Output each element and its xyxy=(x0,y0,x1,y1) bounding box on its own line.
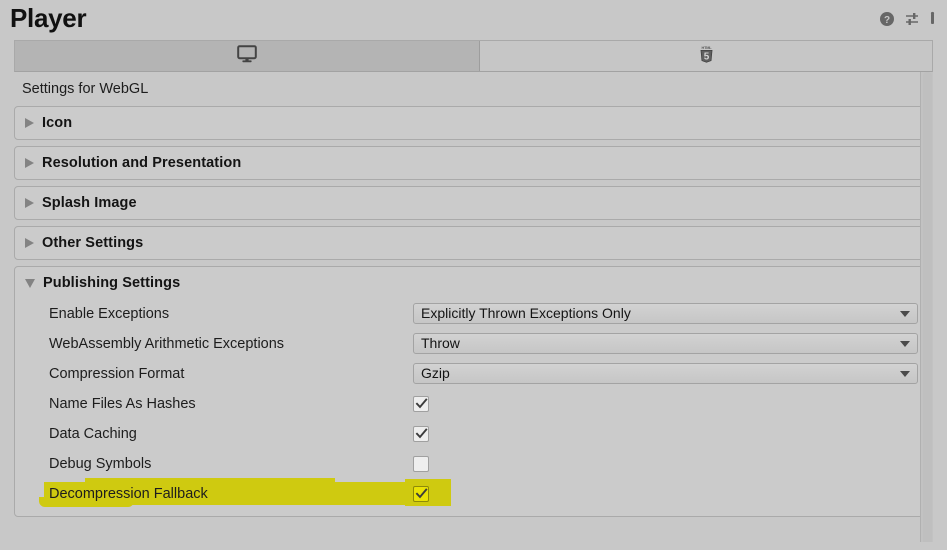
preset-icon[interactable] xyxy=(904,11,920,27)
row-debug-symbols: Debug Symbols xyxy=(15,449,932,479)
row-control xyxy=(413,395,918,412)
tab-standalone[interactable] xyxy=(15,41,480,71)
window-bottom-strip xyxy=(0,542,947,550)
name-files-as-hashes-checkbox[interactable] xyxy=(413,395,429,412)
row-label: Compression Format xyxy=(49,365,185,382)
row-control xyxy=(413,425,918,442)
publishing-settings-body: Enable Exceptions Explicitly Thrown Exce… xyxy=(15,299,932,516)
svg-text:HTML: HTML xyxy=(701,45,712,50)
compression-format-dropdown[interactable]: Gzip xyxy=(413,363,918,384)
row-data-caching: Data Caching xyxy=(15,419,932,449)
row-name-files-as-hashes: Name Files As Hashes xyxy=(15,389,932,419)
chevron-down-icon xyxy=(900,340,910,347)
dropdown-value: Explicitly Thrown Exceptions Only xyxy=(421,306,631,321)
row-compression-format: Compression Format Gzip xyxy=(15,359,932,389)
debug-symbols-checkbox[interactable] xyxy=(413,455,429,472)
section-title: Icon xyxy=(42,114,73,131)
checkmark-icon xyxy=(415,428,428,439)
desktop-monitor-icon xyxy=(237,44,257,68)
page-title: Player xyxy=(10,3,87,33)
row-control: Throw xyxy=(413,333,918,354)
decompression-fallback-checkbox[interactable] xyxy=(413,485,429,502)
enable-exceptions-dropdown[interactable]: Explicitly Thrown Exceptions Only xyxy=(413,303,918,324)
highlight-marker-top xyxy=(85,477,335,484)
row-control: Explicitly Thrown Exceptions Only xyxy=(413,303,918,324)
section-header-splash-image[interactable]: Splash Image xyxy=(15,187,932,219)
settings-for-label: Settings for WebGL xyxy=(22,81,149,97)
player-settings-panel: Settings for WebGL Icon Resolution and P… xyxy=(14,72,933,550)
section-icon: Icon xyxy=(14,105,933,140)
section-publishing-settings: Publishing Settings Enable Exceptions Ex… xyxy=(14,265,933,517)
vertical-scrollbar[interactable] xyxy=(920,72,933,550)
row-control xyxy=(413,455,918,472)
chevron-down-icon xyxy=(25,279,35,288)
row-webassembly-arithmetic-exceptions: WebAssembly Arithmetic Exceptions Throw xyxy=(15,329,932,359)
svg-text:5: 5 xyxy=(703,51,709,62)
data-caching-checkbox[interactable] xyxy=(413,425,429,442)
tab-webgl[interactable]: HTML 5 xyxy=(480,41,932,71)
row-label: Name Files As Hashes xyxy=(49,395,196,412)
chevron-down-icon xyxy=(900,310,910,317)
section-title: Splash Image xyxy=(42,194,137,211)
row-label: WebAssembly Arithmetic Exceptions xyxy=(49,335,285,352)
row-label: Decompression Fallback xyxy=(49,485,208,502)
help-icon[interactable]: ? xyxy=(879,11,895,27)
section-title: Resolution and Presentation xyxy=(42,154,242,171)
chevron-right-icon xyxy=(25,157,34,168)
checkmark-icon xyxy=(415,488,428,499)
section-resolution-and-presentation: Resolution and Presentation xyxy=(14,145,933,180)
header-icon-group: ? xyxy=(879,11,945,27)
chevron-right-icon xyxy=(25,237,34,248)
svg-text:?: ? xyxy=(884,15,890,26)
section-splash-image: Splash Image xyxy=(14,185,933,220)
section-header-icon[interactable]: Icon xyxy=(15,107,932,139)
section-title: Other Settings xyxy=(42,234,144,251)
chevron-down-icon xyxy=(900,370,910,377)
html5-icon: HTML 5 xyxy=(698,44,715,68)
row-control xyxy=(413,485,918,502)
section-header-publishing-settings[interactable]: Publishing Settings xyxy=(15,267,932,299)
section-header-other-settings[interactable]: Other Settings xyxy=(15,227,932,259)
platform-tab-bar: HTML 5 xyxy=(14,40,933,72)
row-control: Gzip xyxy=(413,363,918,384)
row-decompression-fallback: Decompression Fallback xyxy=(15,477,932,509)
row-label: Enable Exceptions xyxy=(49,305,170,322)
row-label: Debug Symbols xyxy=(49,455,152,472)
chevron-right-icon xyxy=(25,117,34,128)
webassembly-arithmetic-exceptions-dropdown[interactable]: Throw xyxy=(413,333,918,354)
dropdown-value: Throw xyxy=(421,336,460,351)
section-header-resolution-and-presentation[interactable]: Resolution and Presentation xyxy=(15,147,932,179)
section-title: Publishing Settings xyxy=(43,274,181,291)
row-enable-exceptions: Enable Exceptions Explicitly Thrown Exce… xyxy=(15,299,932,329)
scrollbar-thumb[interactable] xyxy=(923,72,932,550)
more-menu-icon[interactable] xyxy=(929,11,945,27)
window-header: Player ? xyxy=(0,0,947,38)
section-other-settings: Other Settings xyxy=(14,225,933,260)
row-label: Data Caching xyxy=(49,425,137,442)
chevron-right-icon xyxy=(25,197,34,208)
checkmark-icon xyxy=(415,398,428,409)
dropdown-value: Gzip xyxy=(421,366,450,381)
